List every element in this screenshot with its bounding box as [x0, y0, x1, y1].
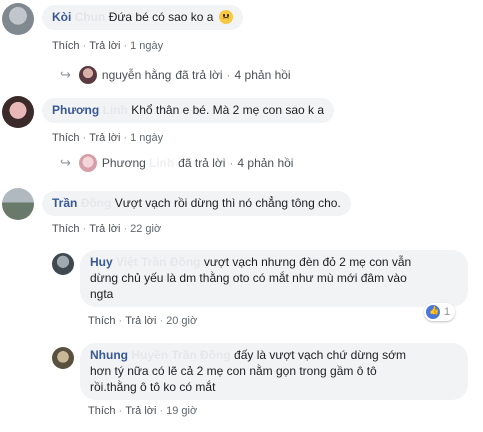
reply-actions: Thích · Trả lời · 19 giờ [88, 405, 198, 417]
reply-label: đã trả lời [178, 156, 226, 170]
reply-link[interactable]: Trả lời [89, 223, 120, 235]
comment-text: Vượt vạch rồi dừng thì nó chẳng tông cho… [114, 196, 341, 210]
reply-count: 4 phản hồi [234, 68, 291, 82]
comment-actions: Thích · Trả lời · 1 ngày [52, 40, 164, 52]
redacted-name: Linh [148, 156, 175, 170]
timestamp[interactable]: 1 ngày [130, 40, 163, 52]
comment-bubble: Trần Đồng Vượt vạch rồi dừng thì nó chẳn… [42, 191, 351, 216]
reply-link[interactable]: Trả lời [89, 132, 120, 144]
reply-count: 4 phản hồi [237, 156, 294, 170]
reply-link[interactable]: Trả lời [89, 40, 120, 52]
avatar[interactable] [2, 96, 34, 128]
avatar[interactable] [2, 3, 34, 35]
comment-bubble: Kòi Chun Đứa bé có sao ko a [42, 5, 243, 30]
like-link[interactable]: Thích [88, 315, 116, 327]
reply-text-line-1: vượt vạch nhưng đèn đỏ 2 mẹ con vẫn [203, 255, 412, 269]
reply-link[interactable]: Trả lời [125, 405, 156, 417]
reply-bubble: Huy Việt Trần Đồng vượt vạch nhưng đèn đ… [80, 250, 468, 307]
reply-text-line-2: dừng chủ yếu là dm thằng oto có mắt như … [90, 271, 407, 285]
avatar[interactable] [52, 347, 74, 369]
view-replies-link[interactable]: ↪ Phương Linh đã trả lời · 4 phản hồi [60, 154, 293, 172]
comment-text: Đứa bé có sao ko a [108, 10, 214, 24]
redacted-name: Chun [74, 10, 106, 24]
timestamp[interactable]: 1 ngày [130, 132, 163, 144]
comment-text: Khổ thân e bé. Mà 2 mẹ con sao k a [131, 103, 325, 117]
reply-actions: Thích · Trả lời · 20 giờ [88, 315, 198, 327]
reply-bubble: Nhung Huyền Trần Đồng đấy là vượt vạch c… [80, 343, 468, 400]
comment-author[interactable]: Phương [52, 103, 99, 117]
timestamp[interactable]: 20 giờ [166, 315, 197, 327]
reaction-count: 1 [444, 306, 451, 318]
reply-arrow-icon: ↪ [60, 67, 71, 82]
reply-author: nguyễn hằng [101, 68, 172, 82]
like-link[interactable]: Thích [52, 223, 80, 235]
comment-bubble: Phương Linh Khổ thân e bé. Mà 2 mẹ con s… [42, 98, 335, 123]
reply-author: Phương [101, 156, 146, 170]
avatar[interactable] [2, 188, 34, 220]
reaction-count-badge[interactable]: 1 [424, 303, 456, 321]
reply-author[interactable]: Huy [90, 255, 113, 269]
like-link[interactable]: Thích [52, 40, 80, 52]
reply-text-line-2: hơn tý nữa có lẽ cả 2 mẹ con nằm gọn tro… [90, 364, 377, 378]
redacted-name: Linh [102, 103, 128, 117]
reply-text-line-1: đấy là vượt vạch chứ dừng sớm [234, 348, 406, 362]
redacted-name: Việt Trần Đồng [116, 255, 201, 269]
reply-text-line-3: rồi.thằng ô tô ko có mắt [90, 380, 216, 394]
avatar [78, 154, 97, 172]
timestamp[interactable]: 19 giờ [166, 405, 197, 417]
comment-author[interactable]: Kòi [52, 10, 71, 24]
redacted-name: Huyền Trần Đồng [131, 348, 231, 362]
comment-actions: Thích · Trả lời · 1 ngày [52, 132, 164, 144]
like-link[interactable]: Thích [88, 405, 116, 417]
avatar[interactable] [52, 253, 74, 275]
redacted-name: Đồng [80, 196, 112, 210]
reply-link[interactable]: Trả lời [125, 315, 156, 327]
worried-face-icon [218, 10, 233, 24]
comment-actions: Thích · Trả lời · 22 giờ [52, 223, 162, 235]
like-icon [426, 305, 440, 319]
comment-author[interactable]: Trần [52, 196, 77, 210]
reply-arrow-icon: ↪ [60, 155, 71, 170]
avatar [78, 66, 97, 84]
timestamp[interactable]: 22 giờ [130, 223, 161, 235]
reply-text-line-3: ngta [90, 287, 114, 301]
like-link[interactable]: Thích [52, 132, 80, 144]
reply-author[interactable]: Nhung [90, 348, 128, 362]
reply-label: đã trả lời [175, 68, 223, 82]
view-replies-link[interactable]: ↪ nguyễn hằng đã trả lời · 4 phản hồi [60, 66, 291, 84]
